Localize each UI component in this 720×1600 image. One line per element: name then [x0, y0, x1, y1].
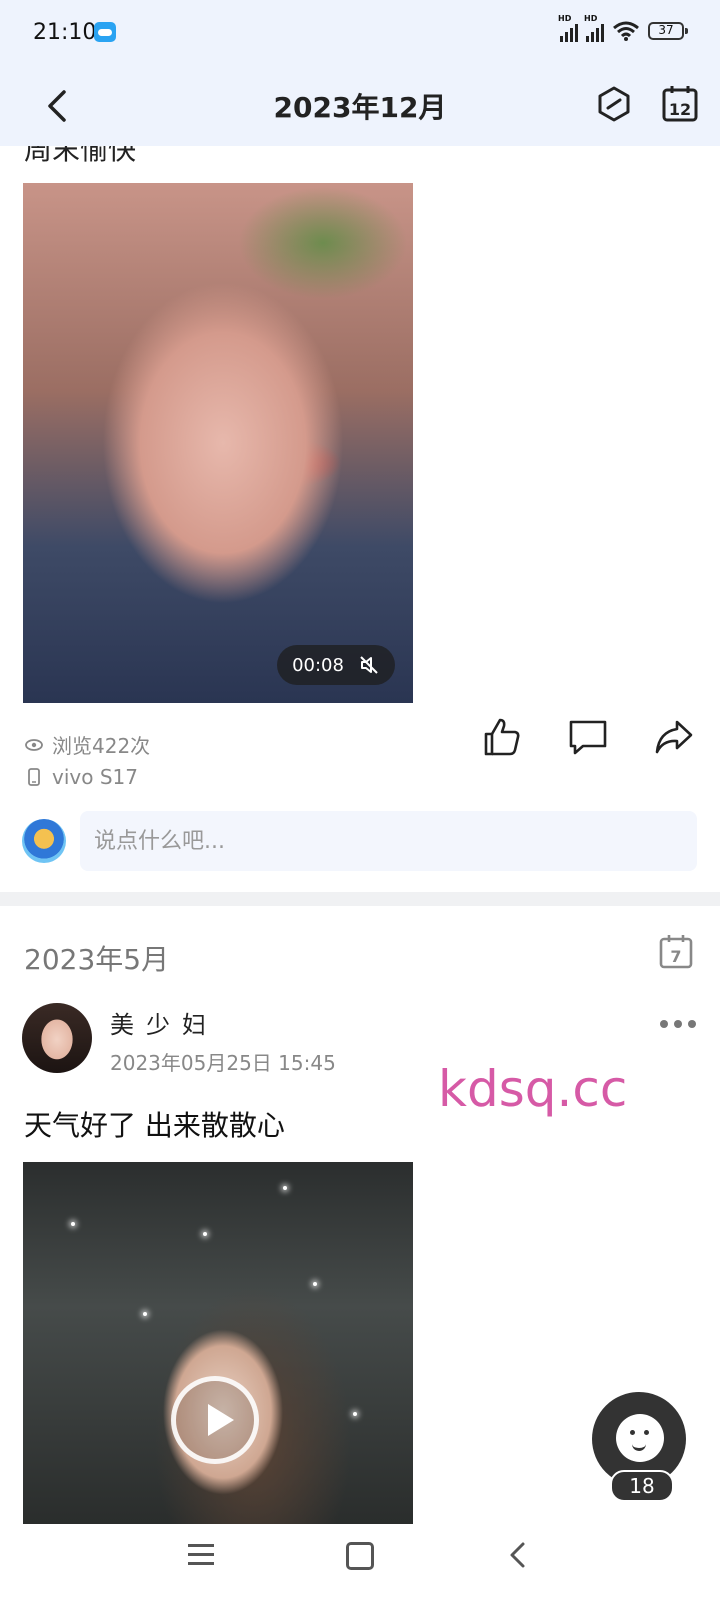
- sparkle: [313, 1282, 317, 1286]
- app-header: 2023年12月 12: [0, 66, 720, 146]
- device-label: vivo S17: [52, 765, 138, 789]
- sparkle: [71, 1222, 75, 1226]
- video-duration-pill: 00:08: [277, 645, 395, 685]
- battery-icon: 37: [648, 22, 688, 40]
- comment-box[interactable]: [80, 811, 697, 871]
- view-count: 浏览422次: [24, 730, 150, 759]
- floating-badge: 18: [610, 1470, 674, 1502]
- signal-icon-2: HD: [584, 14, 604, 42]
- calendar-day-label: 12: [669, 100, 691, 119]
- comment-icon[interactable]: [567, 716, 609, 758]
- signal-icon: HD: [558, 14, 578, 42]
- play-icon[interactable]: [171, 1376, 259, 1464]
- section-title: 2023年5月: [24, 943, 170, 976]
- like-icon[interactable]: [480, 716, 522, 758]
- user-name[interactable]: 美少妇: [110, 1005, 218, 1040]
- calendar-icon-section[interactable]: 7: [658, 934, 694, 970]
- comment-input[interactable]: [80, 811, 697, 871]
- user-avatar[interactable]: [22, 1003, 92, 1073]
- status-bar: 21:10 HD HD 37: [0, 0, 720, 66]
- video-thumbnail[interactable]: 00:08: [23, 183, 413, 703]
- sparkle: [283, 1186, 287, 1190]
- eye-icon: [25, 738, 43, 751]
- device-info: vivo S17: [24, 765, 138, 789]
- sparkle: [353, 1412, 357, 1416]
- status-time: 21:10: [33, 20, 97, 45]
- video-thumbnail-2[interactable]: [23, 1162, 413, 1524]
- mute-icon[interactable]: [358, 654, 380, 676]
- share-icon[interactable]: [653, 716, 695, 758]
- more-icon[interactable]: [660, 1020, 696, 1030]
- section-divider: [0, 892, 720, 906]
- view-count-label: 浏览422次: [52, 734, 151, 758]
- sparkle: [143, 1312, 147, 1316]
- nav-back-icon[interactable]: [505, 1540, 531, 1570]
- battery-level: 37: [658, 23, 674, 37]
- calendar-icon[interactable]: 12: [660, 84, 700, 124]
- post-time: 2023年05月25日 15:45: [110, 1051, 336, 1075]
- post-text: 天气好了 出来散散心: [24, 1109, 285, 1142]
- home-icon[interactable]: [346, 1542, 374, 1570]
- phone-icon: [28, 768, 40, 786]
- video-duration: 00:08: [292, 654, 344, 676]
- status-icons: HD HD 37: [558, 14, 688, 42]
- calendar-day-label-section: 7: [670, 947, 681, 966]
- cloud-icon: [94, 22, 116, 42]
- system-nav-bar: [0, 1524, 720, 1600]
- watermark: kdsq.cc: [438, 1060, 628, 1118]
- menu-icon[interactable]: [188, 1544, 214, 1566]
- hexagon-icon[interactable]: [594, 84, 634, 124]
- smiley-icon: [616, 1414, 664, 1462]
- my-avatar[interactable]: [22, 819, 66, 863]
- wifi-icon: [612, 20, 640, 42]
- sparkle: [203, 1232, 207, 1236]
